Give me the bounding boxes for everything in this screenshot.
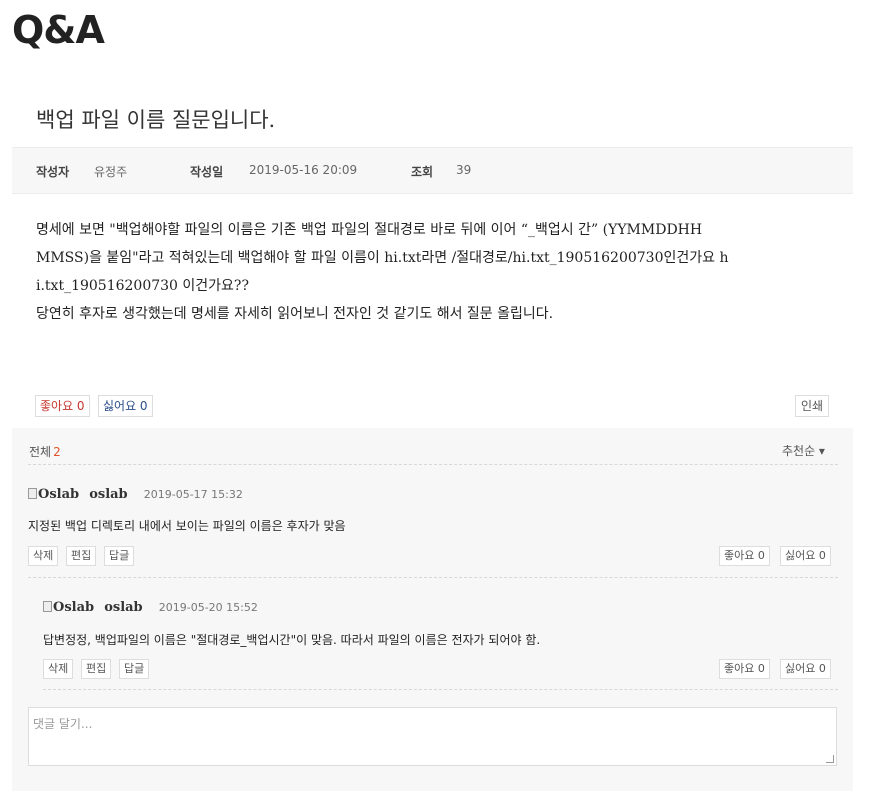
post-body-line: i.txt_190516200730 이건가요?? xyxy=(36,278,249,294)
post-dislike-button[interactable]: 싫어요 0 xyxy=(98,395,153,417)
edit-button[interactable]: 편집 xyxy=(81,659,112,679)
reply-button[interactable]: 답글 xyxy=(104,546,135,566)
comment-author[interactable]: oslab xyxy=(104,600,142,615)
total-count: 2 xyxy=(53,445,61,459)
comment-like-button[interactable]: 좋아요 0 xyxy=(719,546,770,566)
comment-section: 전체 2 추천순 ▾ Oslab oslab 2019-05-17 15:32 지… xyxy=(12,428,853,791)
delete-button[interactable]: 삭제 xyxy=(28,546,59,566)
broken-image-icon xyxy=(43,601,52,612)
post-date: 2019-05-16 20:09 xyxy=(249,163,358,177)
avatar-alt-text: Oslab xyxy=(38,487,80,502)
post-body-line: MMSS)을 붙임"라고 적혀있는데 백업해야 할 파일 이름이 hi.txt라… xyxy=(36,250,729,266)
avatar-alt-text: Oslab xyxy=(53,600,95,615)
author-label: 작성자 xyxy=(36,165,70,179)
avatar: Oslab xyxy=(43,600,94,615)
broken-image-icon xyxy=(28,488,37,499)
comment-item: Oslab oslab 2019-05-20 15:52 xyxy=(43,596,258,615)
comment-like-button[interactable]: 좋아요 0 xyxy=(719,659,770,679)
post-body: 명세에 보면 "백업해야할 파일의 이름은 기존 백업 파일의 절대경로 바로 … xyxy=(36,216,836,328)
comment-author[interactable]: oslab xyxy=(89,487,127,502)
post-like-button[interactable]: 좋아요 0 xyxy=(35,395,90,417)
reply-button[interactable]: 답글 xyxy=(119,659,150,679)
date-label: 작성일 xyxy=(190,165,224,179)
page-title: Q&A xyxy=(12,8,105,52)
post-body-line: 명세에 보면 "백업해야할 파일의 이름은 기존 백업 파일의 절대경로 바로 … xyxy=(36,222,703,238)
views-label: 조회 xyxy=(411,165,434,179)
total-label: 전체 xyxy=(29,445,52,459)
delete-button[interactable]: 삭제 xyxy=(43,659,74,679)
comment-input[interactable]: 댓글 달기... xyxy=(28,707,837,766)
post-title: 백업 파일 이름 질문입니다. xyxy=(36,108,276,132)
avatar: Oslab xyxy=(28,487,79,502)
comment-text: 지정된 백업 디렉토리 내에서 보이는 파일의 이름은 후자가 맞음 xyxy=(28,519,346,533)
views-count: 39 xyxy=(456,163,472,177)
resize-handle-icon[interactable] xyxy=(826,755,834,763)
post-body-line: 당연히 후자로 생각했는데 명세를 자세히 읽어보니 전자인 것 같기도 해서 … xyxy=(36,306,554,322)
comment-date: 2019-05-20 15:52 xyxy=(158,601,258,614)
sort-dropdown[interactable]: 추천순 ▾ xyxy=(782,442,825,459)
author-name: 유정주 xyxy=(94,165,128,179)
comment-date: 2019-05-17 15:32 xyxy=(143,488,243,501)
comment-dislike-button[interactable]: 싫어요 0 xyxy=(780,546,831,566)
comment-item: Oslab oslab 2019-05-17 15:32 xyxy=(28,483,243,502)
edit-button[interactable]: 편집 xyxy=(66,546,97,566)
comment-total: 전체 2 xyxy=(29,443,61,460)
comment-dislike-button[interactable]: 싫어요 0 xyxy=(780,659,831,679)
post-meta-bar: 작성자 유정주 작성일 2019-05-16 20:09 조회 39 xyxy=(12,147,853,194)
comment-text: 답변정정, 백업파일의 이름은 "절대경로_백업시간"이 맞음. 따라서 파일의… xyxy=(43,633,541,647)
print-button[interactable]: 인쇄 xyxy=(795,395,830,417)
comment-input-placeholder: 댓글 달기... xyxy=(33,717,93,731)
